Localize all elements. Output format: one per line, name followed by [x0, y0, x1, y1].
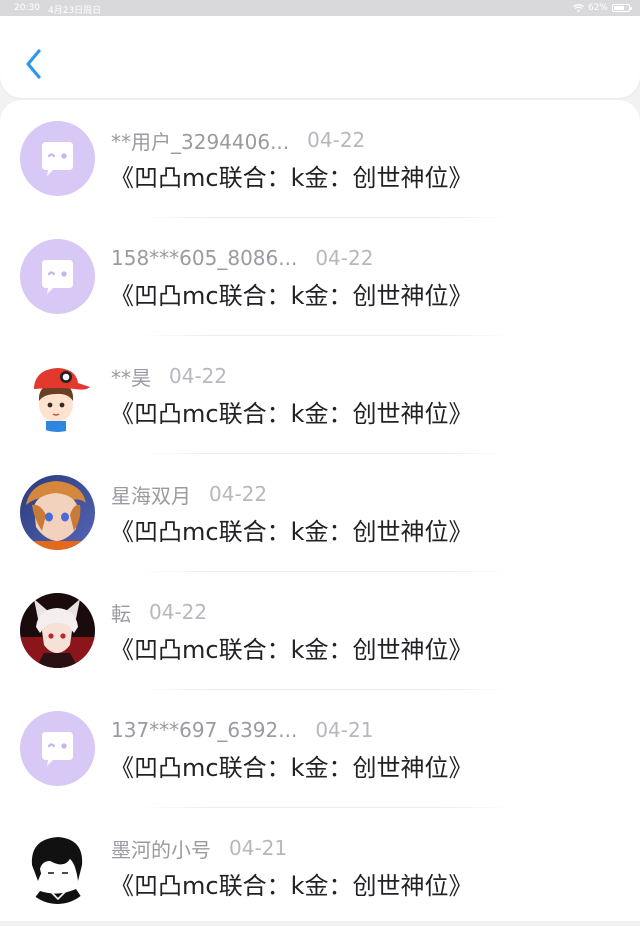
list-item[interactable]: 星海双月 04-22 《凹凸mc联合：k金：创世神位》 [0, 454, 640, 572]
status-date: 4月23日周日 [48, 6, 102, 16]
status-indicators: 62% [573, 3, 632, 13]
username[interactable]: 墨河的小号 [111, 834, 211, 863]
timestamp: 04-22 [315, 246, 374, 270]
item-meta: **昊 04-22 [111, 362, 228, 391]
timestamp: 04-22 [169, 364, 228, 388]
username[interactable]: 星海双月 [111, 480, 191, 509]
timestamp: 04-21 [229, 836, 288, 860]
timestamp: 04-22 [149, 600, 208, 624]
message-text: 《凹凸mc联合：k金：创世神位》 [110, 164, 473, 192]
username[interactable]: 137***697_6392... [111, 718, 297, 742]
status-bar: 20:30 4月23日周日 62% [0, 0, 640, 16]
battery-icon [612, 4, 632, 12]
status-time: 20:30 [14, 3, 40, 13]
list-item[interactable]: **昊 04-22 《凹凸mc联合：k金：创世神位》 [0, 336, 640, 454]
list-item[interactable]: 158***605_8086... 04-22 《凹凸mc联合：k金：创世神位》 [0, 218, 640, 336]
item-meta: 墨河的小号 04-21 [111, 834, 288, 863]
list-item[interactable]: 墨河的小号 04-21 《凹凸mc联合：k金：创世神位》 [0, 808, 640, 926]
item-meta: 転 04-22 [111, 598, 208, 627]
back-button[interactable] [18, 44, 54, 84]
item-meta: 158***605_8086... 04-22 [111, 245, 373, 271]
header [0, 16, 640, 98]
message-text: 《凹凸mc联合：k金：创世神位》 [110, 400, 473, 428]
timestamp: 04-22 [307, 128, 366, 152]
username[interactable]: **用户_3294406... [111, 126, 289, 155]
black-hair-sketch-avatar[interactable] [20, 829, 95, 904]
cartoon-boy-red-cap-avatar[interactable] [20, 357, 95, 432]
message-text: 《凹凸mc联合：k金：创世神位》 [110, 282, 473, 310]
message-text: 《凹凸mc联合：k金：创世神位》 [110, 754, 473, 782]
timestamp: 04-22 [209, 482, 268, 506]
default-chat-avatar[interactable] [20, 121, 95, 196]
chevron-left-icon [26, 49, 41, 79]
item-meta: 137***697_6392... 04-21 [111, 717, 373, 743]
message-text: 《凹凸mc联合：k金：创世神位》 [110, 518, 473, 546]
anime-fox-ears-avatar[interactable] [20, 593, 95, 668]
username[interactable]: **昊 [111, 362, 151, 391]
username[interactable]: 転 [111, 598, 131, 627]
list-item[interactable]: 転 04-22 《凹凸mc联合：k金：创世神位》 [0, 572, 640, 690]
comment-list: **用户_3294406... 04-22 《凹凸mc联合：k金：创世神位》 1… [0, 100, 640, 921]
wifi-icon [573, 4, 584, 12]
item-meta: **用户_3294406... 04-22 [111, 126, 366, 155]
default-chat-avatar[interactable] [20, 239, 95, 314]
message-text: 《凹凸mc联合：k金：创世神位》 [110, 636, 473, 664]
list-item[interactable]: **用户_3294406... 04-22 《凹凸mc联合：k金：创世神位》 [0, 100, 640, 218]
anime-character-avatar[interactable] [20, 475, 95, 550]
battery-percent: 62% [587, 3, 608, 13]
message-text: 《凹凸mc联合：k金：创世神位》 [110, 872, 473, 900]
username[interactable]: 158***605_8086... [111, 246, 297, 270]
default-chat-avatar[interactable] [20, 711, 95, 786]
item-meta: 星海双月 04-22 [111, 480, 268, 509]
timestamp: 04-21 [315, 718, 374, 742]
list-item[interactable]: 137***697_6392... 04-21 《凹凸mc联合：k金：创世神位》 [0, 690, 640, 808]
